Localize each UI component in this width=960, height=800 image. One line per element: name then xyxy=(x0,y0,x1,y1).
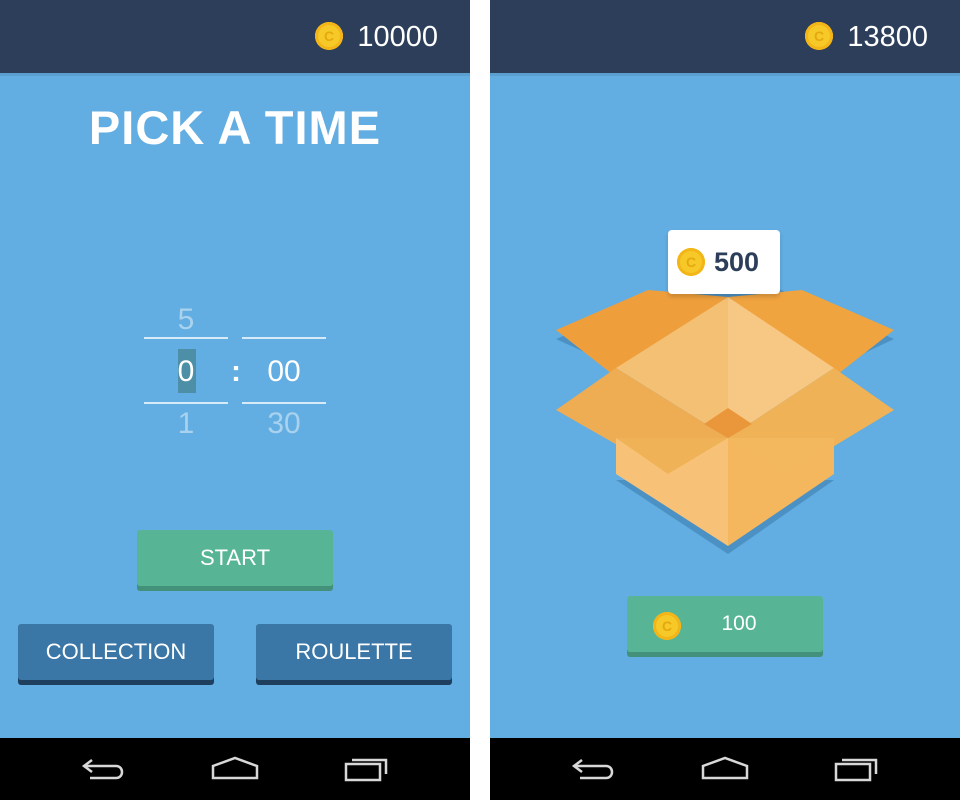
hours-next-value[interactable]: 1 xyxy=(144,404,228,444)
reward-card: 500 xyxy=(668,230,780,294)
roulette-button[interactable]: ROULETTE xyxy=(256,624,452,680)
top-bar-shadow xyxy=(0,73,470,76)
reward-amount: 500 xyxy=(714,247,760,277)
minutes-current-value[interactable]: 00 xyxy=(242,352,326,392)
timer-screen: 10000 PICK A TIME 5 0 1 : 00 30 START CO… xyxy=(0,0,470,800)
back-icon[interactable] xyxy=(570,754,620,784)
coin-icon xyxy=(805,22,833,50)
minutes-next-value[interactable]: 30 xyxy=(242,404,326,444)
buy-price-label: 100 xyxy=(721,612,757,635)
coin-icon xyxy=(315,22,343,50)
home-icon[interactable] xyxy=(700,754,750,784)
hours-divider-top xyxy=(144,337,228,339)
reward-screen: 13800 500 100 xyxy=(490,0,960,800)
coin-icon xyxy=(677,248,705,276)
recent-apps-icon[interactable] xyxy=(342,754,392,784)
page-title: PICK A TIME xyxy=(88,101,382,154)
top-bar: 13800 xyxy=(490,0,960,73)
buy-box-button[interactable]: 100 xyxy=(627,596,823,652)
collection-button[interactable]: COLLECTION xyxy=(18,624,214,680)
start-button[interactable]: START xyxy=(137,530,333,586)
top-bar-shadow xyxy=(490,73,960,76)
hours-current-value[interactable]: 0 xyxy=(144,352,228,392)
home-icon[interactable] xyxy=(210,754,260,784)
coin-balance: 13800 xyxy=(847,21,928,53)
system-nav-bar xyxy=(490,738,960,800)
hours-prev-value[interactable]: 5 xyxy=(144,300,228,340)
system-nav-bar xyxy=(0,738,470,800)
back-icon[interactable] xyxy=(80,754,130,784)
minutes-divider-top xyxy=(242,337,326,339)
recent-apps-icon[interactable] xyxy=(832,754,882,784)
coin-balance: 10000 xyxy=(357,21,438,53)
top-bar: 10000 xyxy=(0,0,470,73)
